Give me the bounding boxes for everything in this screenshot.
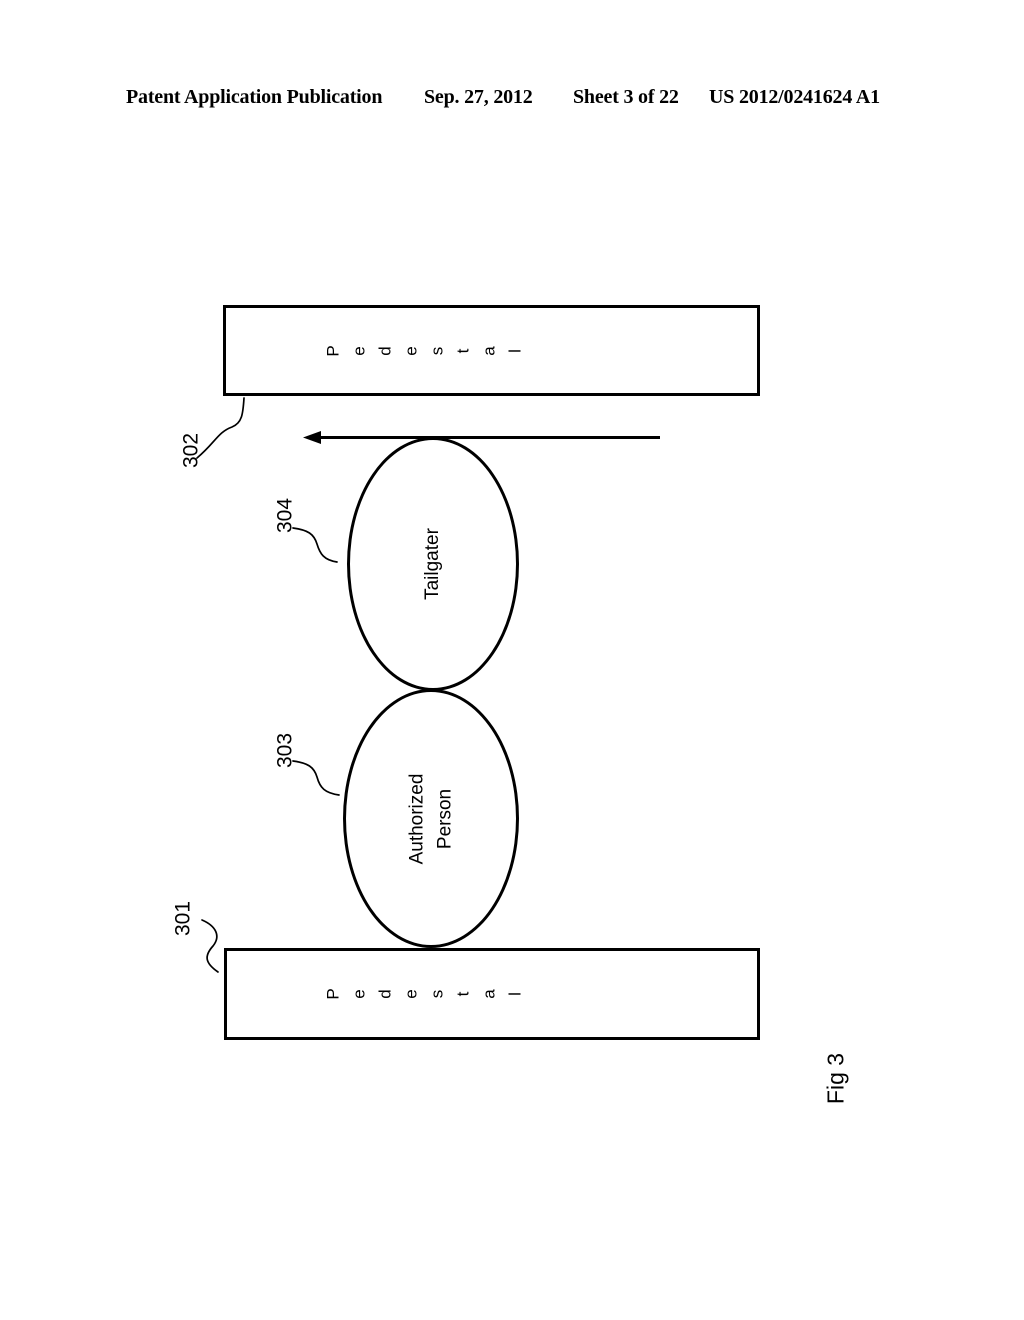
pedestal-bottom-letter: l: [505, 992, 525, 996]
pedestal-box-bottom: P e d e s t a l: [224, 948, 760, 1040]
pedestal-bottom-label: P e d e s t a l: [320, 986, 528, 1003]
pedestal-bottom-letter: e: [349, 989, 369, 999]
leader-line-302: [196, 397, 245, 459]
reference-numeral-304: 304: [273, 497, 297, 534]
pedestal-top-letter: e: [401, 345, 421, 356]
ellipse-tailgater: Tailgater: [347, 437, 519, 691]
direction-arrow-head: [303, 431, 321, 444]
pedestal-top-label: P e d e s t a l: [320, 342, 528, 359]
pedestal-bottom-letter: d: [375, 989, 395, 999]
leader-line-303: [292, 760, 340, 796]
pedestal-top-letter: t: [453, 348, 473, 353]
pedestal-bottom-letter: t: [453, 991, 473, 997]
reference-numeral-303: 303: [273, 732, 297, 769]
authorized-person-label: Authorized Person: [403, 773, 458, 864]
leader-line-301: [201, 919, 219, 973]
pedestal-top-letter: s: [427, 346, 447, 355]
tailgater-label-line: Tailgater: [422, 528, 444, 600]
pedestal-top-letter: P: [323, 344, 343, 357]
authorized-person-label-line1: Authorized: [406, 773, 428, 864]
pedestal-top-letter: a: [479, 345, 499, 356]
patent-figure-3: P e d e s t a l P e d e s t a l Tailgate…: [0, 0, 1024, 1320]
pedestal-bottom-letter: e: [401, 989, 421, 999]
pedestal-box-top: P e d e s t a l: [223, 305, 760, 396]
pedestal-bottom-letter: a: [479, 989, 499, 999]
pedestal-bottom-letter: P: [323, 988, 343, 1000]
reference-numeral-302: 302: [179, 432, 203, 469]
figure-caption: Fig 3: [822, 1052, 849, 1105]
pedestal-top-letter: l: [505, 348, 525, 353]
pedestal-top-letter: e: [349, 345, 369, 356]
figure-leader-lines: [196, 397, 660, 973]
tailgater-label: Tailgater: [419, 528, 447, 600]
pedestal-bottom-letter: s: [427, 989, 447, 999]
authorized-person-label-line2: Person: [434, 788, 455, 849]
pedestal-top-letter: d: [375, 345, 395, 356]
reference-numeral-301: 301: [171, 900, 195, 937]
leader-line-304: [292, 527, 338, 563]
ellipse-authorized-person: Authorized Person: [343, 689, 519, 948]
